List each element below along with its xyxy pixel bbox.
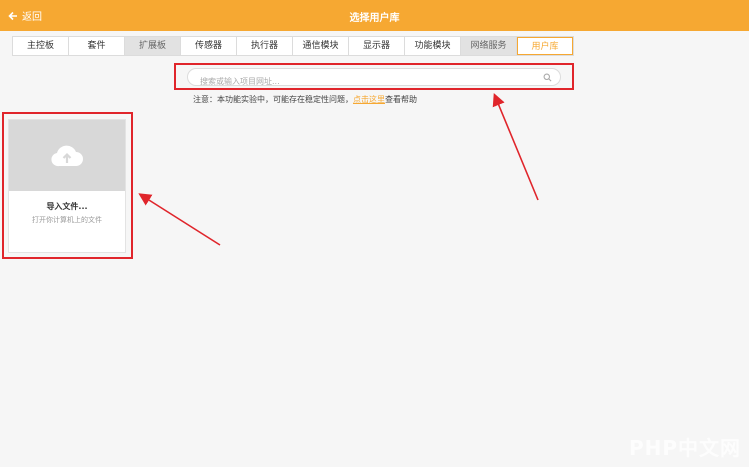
card-thumbnail (9, 120, 125, 191)
tab-sensor[interactable]: 传感器 (181, 37, 237, 55)
search-icon[interactable] (543, 73, 552, 82)
notice-suffix: 查看帮助 (385, 95, 417, 104)
tab-function-module[interactable]: 功能模块 (405, 37, 461, 55)
tab-main-board[interactable]: 主控板 (13, 37, 69, 55)
watermark: PHP中文网 (628, 436, 741, 460)
import-file-card[interactable]: 导入文件... 打开你计算机上的文件 (8, 119, 126, 253)
tab-network-service[interactable]: 网络服务 (461, 37, 517, 55)
help-link[interactable]: 点击这里 (353, 95, 385, 104)
card-title: 导入文件... (46, 202, 88, 211)
arrow-to-import-card (138, 193, 221, 246)
tab-expansion-board[interactable]: 扩展板 (125, 37, 181, 55)
category-tabs: 主控板 套件 扩展板 传感器 执行器 通信模块 显示器 功能模块 网络服务 用户… (12, 36, 574, 56)
tab-display[interactable]: 显示器 (349, 37, 405, 55)
tab-kit[interactable]: 套件 (69, 37, 125, 55)
page-title: 选择用户库 (349, 13, 400, 24)
arrow-to-search (492, 93, 539, 201)
search-input[interactable] (198, 72, 542, 91)
tab-actuator[interactable]: 执行器 (237, 37, 293, 55)
tab-communication[interactable]: 通信模块 (293, 37, 349, 55)
card-subtitle: 打开你计算机上的文件 (32, 216, 102, 224)
top-bar: 返回 选择用户库 (0, 0, 749, 31)
search-box (187, 68, 561, 91)
notice-text: 注意：本功能实验中，可能存在稳定性问题，点击这里查看帮助 (193, 94, 417, 105)
tab-user-library[interactable]: 用户库 (517, 37, 573, 55)
notice-prefix: 注意：本功能实验中，可能存在稳定性问题， (193, 95, 353, 104)
cloud-upload-icon (51, 145, 83, 167)
